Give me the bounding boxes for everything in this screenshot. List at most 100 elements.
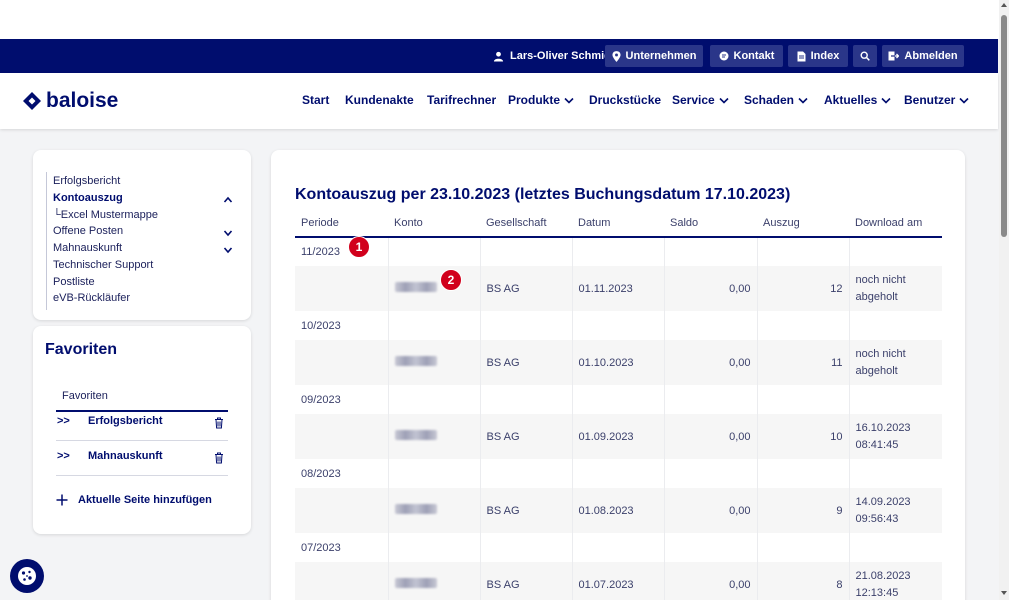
- chevron-down-icon: [798, 97, 808, 104]
- chevron-down-icon: [719, 97, 729, 104]
- browser-top-area: [0, 0, 1000, 39]
- favorite-item-erfolgsbericht[interactable]: >> Erfolgsbericht: [56, 415, 228, 441]
- column-header-gesellschaft[interactable]: Gesellschaft: [480, 210, 572, 238]
- period-cell: 08/2023: [295, 459, 389, 488]
- redacted-account-number: [394, 578, 437, 588]
- column-header-auszug[interactable]: Auszug: [757, 210, 849, 238]
- period-row: 10/2023: [295, 311, 942, 340]
- user-icon: [493, 51, 504, 62]
- nav-aktuelles[interactable]: Aktuelles: [824, 93, 891, 107]
- page-title: Kontoauszug per 23.10.2023 (letztes Buch…: [295, 186, 791, 203]
- download-cell: noch nicht abgeholt: [849, 340, 942, 385]
- redacted-account-number: [394, 356, 437, 366]
- konto-cell[interactable]: [388, 562, 481, 600]
- nav-druckstuecke[interactable]: Druckstücke: [589, 93, 661, 107]
- sidebar-divider: [46, 172, 47, 310]
- auszug-cell[interactable]: 8: [757, 562, 850, 600]
- datum-cell: 01.09.2023: [572, 414, 665, 459]
- gesellschaft-cell: BS AG: [480, 266, 573, 311]
- logo-text: baloise: [46, 89, 119, 112]
- chevron-down-icon: [881, 97, 891, 104]
- sidebar-item-evb-ruecklaeufer[interactable]: eVB-Rückläufer: [53, 292, 130, 304]
- chevron-down-icon[interactable]: [223, 245, 233, 255]
- annotation-badge-1: 1: [348, 236, 370, 258]
- table-row[interactable]: BS AG 01.07.2023 0,00 8 21.08.2023 12:13:…: [295, 562, 942, 600]
- auszug-cell[interactable]: 12: [757, 266, 850, 311]
- chevron-down-icon: [564, 97, 574, 104]
- table-row[interactable]: BS AG 01.09.2023 0,00 10 16.10.2023 08:41…: [295, 414, 942, 459]
- column-header-konto[interactable]: Konto: [388, 210, 480, 238]
- baloise-logo[interactable]: baloise: [22, 89, 118, 113]
- scroll-up-arrow-icon[interactable]: [1001, 3, 1007, 7]
- chevron-down-icon[interactable]: [223, 228, 233, 238]
- trash-icon[interactable]: [214, 417, 224, 429]
- download-cell: 14.09.2023 09:56:43: [849, 488, 942, 533]
- saldo-cell: 0,00: [664, 414, 758, 459]
- top-bar: Lars-Oliver Schmidt Unternehmen Kontakt …: [0, 39, 998, 73]
- plus-icon: [56, 494, 68, 506]
- datum-cell: 01.10.2023: [572, 340, 665, 385]
- auszug-cell[interactable]: 10: [757, 414, 850, 459]
- cookie-settings-button[interactable]: [10, 559, 44, 593]
- main-header: baloise Start Kundenakte Tarifrechner Pr…: [0, 73, 998, 129]
- column-header-periode[interactable]: Periode: [295, 210, 388, 238]
- gesellschaft-cell: BS AG: [480, 562, 573, 600]
- konto-cell[interactable]: [388, 266, 481, 311]
- index-button[interactable]: Index: [788, 45, 848, 67]
- column-header-datum[interactable]: Datum: [572, 210, 664, 238]
- column-header-saldo[interactable]: Saldo: [664, 210, 757, 238]
- nav-tarifrechner[interactable]: Tarifrechner: [427, 93, 496, 107]
- sidebar-item-mahnauskunft[interactable]: Mahnauskunft: [53, 242, 122, 254]
- nav-produkte[interactable]: Produkte: [508, 93, 574, 107]
- gesellschaft-cell: BS AG: [480, 414, 573, 459]
- redacted-account-number: [394, 430, 437, 440]
- gesellschaft-cell: BS AG: [480, 488, 573, 533]
- abmelden-button[interactable]: Abmelden: [882, 45, 964, 67]
- search-button[interactable]: [853, 45, 877, 67]
- period-cell: 09/2023: [295, 385, 389, 414]
- nav-start[interactable]: Start: [302, 93, 329, 107]
- nav-service[interactable]: Service: [672, 93, 729, 107]
- add-current-page-button[interactable]: Aktuelle Seite hinzufügen: [56, 494, 212, 506]
- nav-benutzer[interactable]: Benutzer: [904, 93, 969, 107]
- period-row: 09/2023: [295, 385, 942, 414]
- sidebar-item-technischer-support[interactable]: Technischer Support: [53, 259, 153, 271]
- table-row[interactable]: BS AG 01.08.2023 0,00 9 14.09.2023 09:56:…: [295, 488, 942, 533]
- favorite-item-mahnauskunft[interactable]: >> Mahnauskunft: [56, 450, 228, 476]
- column-header-download-am[interactable]: Download am: [849, 210, 942, 238]
- user-info[interactable]: Lars-Oliver Schmidt: [493, 39, 615, 73]
- auszug-cell[interactable]: 11: [757, 340, 850, 385]
- konto-cell[interactable]: [388, 340, 481, 385]
- sidebar-item-offene-posten[interactable]: Offene Posten: [53, 225, 123, 237]
- kontakt-button[interactable]: Kontakt: [710, 45, 783, 67]
- nav-kundenakte[interactable]: Kundenakte: [345, 93, 414, 107]
- chat-icon: [719, 51, 729, 61]
- page-scrollbar[interactable]: [999, 0, 1009, 600]
- table-row[interactable]: BS AG 01.10.2023 0,00 11 noch nicht abgeh…: [295, 340, 942, 385]
- scrollbar-thumb[interactable]: [1001, 15, 1007, 237]
- favorites-panel: Favoriten Favoriten >> Erfolgsbericht >>…: [33, 326, 251, 534]
- saldo-cell: 0,00: [664, 266, 758, 311]
- download-cell: 16.10.2023 08:41:45: [849, 414, 942, 459]
- unternehmen-button[interactable]: Unternehmen: [605, 45, 703, 67]
- auszug-cell[interactable]: 9: [757, 488, 850, 533]
- period-row: 11/2023: [295, 237, 942, 266]
- konto-cell[interactable]: [388, 488, 481, 533]
- sidebar-item-postliste[interactable]: Postliste: [53, 276, 95, 288]
- double-chevron-right-icon: >>: [57, 450, 70, 462]
- period-cell: 10/2023: [295, 311, 389, 340]
- chevron-up-icon[interactable]: [223, 195, 233, 205]
- sidebar-item-excel-mustermappe[interactable]: └Excel Mustermappe: [53, 209, 158, 221]
- sidebar-nav: Erfolgsbericht Kontoauszug └Excel Muster…: [33, 150, 251, 320]
- sidebar-item-kontoauszug[interactable]: Kontoauszug: [53, 192, 123, 204]
- favorites-divider: [56, 410, 228, 412]
- table-header-row: Periode Konto Gesellschaft Datum Saldo A…: [295, 210, 942, 238]
- logout-icon: [888, 51, 900, 61]
- scroll-down-arrow-icon[interactable]: [1001, 591, 1007, 595]
- trash-icon[interactable]: [214, 452, 224, 464]
- konto-cell[interactable]: [388, 414, 481, 459]
- cookie-icon: [18, 567, 36, 585]
- sidebar-item-erfolgsbericht[interactable]: Erfolgsbericht: [53, 175, 120, 187]
- nav-schaden[interactable]: Schaden: [744, 93, 808, 107]
- table-row[interactable]: BS AG 01.11.2023 0,00 12 noch nicht abgeh…: [295, 266, 942, 311]
